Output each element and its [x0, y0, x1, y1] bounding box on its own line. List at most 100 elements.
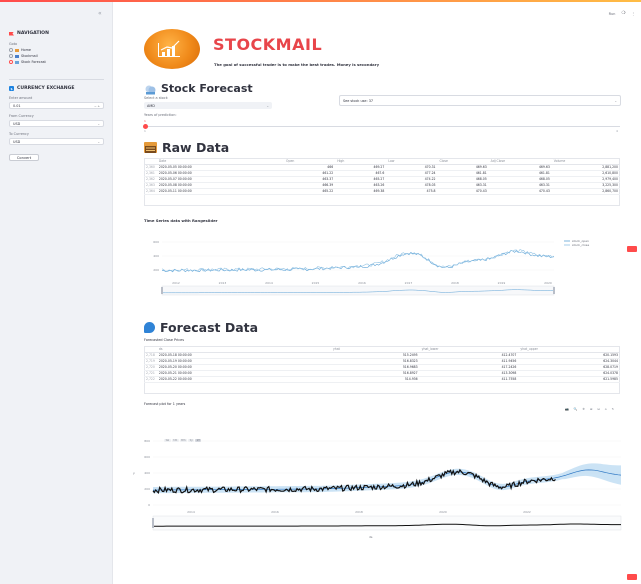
chevron-down-icon: ⌄ — [614, 98, 617, 103]
nav-item-home[interactable]: Home — [9, 48, 31, 52]
x-tick-label: 2019 — [498, 281, 506, 285]
stepper-icon[interactable]: − + — [94, 104, 100, 108]
years-slider-value: 1 — [144, 119, 146, 123]
chart-icon — [15, 60, 19, 64]
from-currency-label: From Currency — [9, 114, 34, 118]
years-label: Years of prediction: — [144, 113, 177, 117]
forecast-data-cell: 2,722 — [144, 376, 157, 383]
nav-item-stockmail-label: Stockmail — [21, 54, 38, 58]
rangeslider-handle-right[interactable] — [553, 287, 555, 294]
raw-data-cell: 465.22 — [284, 188, 336, 195]
forecast-x-axis-title: ds — [369, 535, 373, 539]
forecast-data-cell: 411.7558 — [419, 376, 519, 383]
collapse-sidebar-button[interactable]: « — [98, 10, 102, 17]
see-stock-value: See stock use: 37 — [343, 98, 374, 103]
y-tick-label: 200 — [144, 487, 150, 491]
chart-modebar[interactable]: 📷 🔍 ✥ ⊞ ⊟ ⌂ ↻ — [565, 407, 616, 411]
y-tick-label: 600 — [144, 455, 150, 459]
raw-data-cell: 475.8 — [386, 188, 438, 195]
raw-data-cell: 470.43 — [488, 188, 552, 195]
to-currency-select[interactable]: USD ⌄ — [9, 138, 104, 145]
nav-item-stock-forecast-label: Stock Forecast — [21, 60, 46, 64]
calendar-icon — [144, 142, 157, 153]
raw-data-heading: Raw Data — [144, 140, 229, 155]
from-currency-value: USD — [13, 121, 21, 126]
radio-stock-forecast[interactable] — [9, 60, 13, 64]
forecast-data-title: Forecast Data — [160, 320, 259, 335]
chevron-down-icon: ⌄ — [266, 103, 269, 108]
currency-title: $ CURRENCY EXCHANGE — [9, 86, 75, 91]
scroll-to-top-button[interactable] — [627, 246, 637, 252]
years-slider-min: 1 — [144, 129, 146, 133]
series-line-stock_close — [161, 249, 555, 272]
amount-value: 0.01 — [13, 103, 21, 108]
x-tick-label: 2020 — [439, 510, 447, 514]
rangeslider-handle-left[interactable] — [161, 287, 163, 294]
x-tick-label: 2015 — [312, 281, 320, 285]
series-line-stock_open — [161, 249, 555, 273]
enter-amount-label: Enter amount — [9, 96, 33, 100]
years-slider-track[interactable] — [144, 126, 620, 127]
radio-home[interactable] — [9, 48, 13, 52]
x-tick-label: 2012 — [172, 281, 180, 285]
raw-data-cell: 469.38 — [335, 188, 387, 195]
y-tick-label: 400 — [153, 254, 159, 258]
y-tick-label: 0 — [148, 503, 150, 507]
x-tick-label: 2020 — [544, 281, 552, 285]
nav-item-stockmail[interactable]: Stockmail — [9, 54, 38, 58]
brand-title: STOCKMAIL — [213, 35, 323, 54]
weather-forecast-icon — [144, 84, 156, 94]
brand-subtitle: The goal of successful trader is to make… — [214, 62, 380, 67]
forecast-chart[interactable]: 800 600 400 200 0 y 2014 2016 2018 2020 2022 — [129, 432, 625, 534]
convert-button[interactable]: Convert — [9, 154, 39, 161]
flag-icon — [9, 31, 14, 36]
forecast-table-label: Forecasted Close Prices — [144, 338, 185, 342]
raw-data-cell: 2,860,700 — [551, 188, 620, 195]
radio-stockmail[interactable] — [9, 54, 13, 58]
raw-data-table[interactable]: Date Open High Low Close Adj Close Volume 2,36… — [144, 158, 620, 195]
stock-forecast-heading: Stock Forecast — [144, 82, 253, 95]
raw-data-cell: 470.43 — [437, 188, 489, 195]
app-root: « NAVIGATION Goto Home Stockmail Stock F… — [0, 0, 641, 584]
raw-data-title: Raw Data — [162, 140, 230, 155]
y-tick-label: 600 — [153, 240, 159, 244]
forecast-data-cell: 621.5985 — [518, 376, 620, 383]
nav-item-home-label: Home — [21, 48, 32, 52]
sidebar: « NAVIGATION Goto Home Stockmail Stock F… — [0, 2, 113, 584]
rangeslider[interactable] — [152, 515, 622, 531]
navigation-title: NAVIGATION — [9, 31, 49, 36]
time-series-title: Time Series data with Rangeslider — [144, 218, 218, 223]
x-tick-label: 2014 — [265, 281, 273, 285]
mail-icon — [15, 54, 19, 58]
navigation-title-text: NAVIGATION — [17, 31, 49, 36]
logo-chart-icon — [158, 40, 180, 57]
currency-title-text: CURRENCY EXCHANGE — [17, 86, 75, 91]
years-slider-max: 4 — [616, 129, 618, 133]
see-stock-dropdown[interactable]: See stock use: 37 ⌄ — [339, 95, 621, 106]
y-tick-label: 200 — [153, 268, 159, 272]
forecast-plot-label: Forecast plot for 1 years — [144, 402, 186, 406]
chevron-down-icon: ⌄ — [97, 139, 100, 144]
y-tick-label: 800 — [144, 439, 150, 443]
select-stock-label: Select a stock — [144, 96, 168, 100]
forecast-data-heading: Forecast Data — [144, 320, 258, 335]
y-tick-label: 400 — [144, 471, 150, 475]
time-series-chart[interactable]: 600 400 200 2012 2013 2014 2015 2016 2017 2018 201… — [144, 228, 624, 300]
select-stock-value: AMD — [147, 103, 155, 108]
main-content: STOCKMAIL The goal of successful trader … — [113, 2, 641, 584]
from-currency-select[interactable]: USD ⌄ — [9, 120, 104, 127]
x-tick-label: 2016 — [358, 281, 366, 285]
to-currency-value: USD — [13, 139, 21, 144]
legend-label[interactable]: stock_close — [572, 243, 589, 247]
forecast-data-table[interactable]: ds yhat yhat_lower yhat_upper 2,718 2020-05-… — [144, 346, 620, 383]
scroll-to-top-button-bottom[interactable] — [627, 574, 637, 580]
years-slider-handle[interactable] — [143, 123, 148, 129]
x-tick-label: 2018 — [451, 281, 459, 285]
x-tick-label: 2013 — [219, 281, 227, 285]
select-stock-dropdown[interactable]: AMD ⌄ — [144, 102, 272, 109]
rangeslider-handle-left[interactable] — [152, 518, 154, 528]
raw-data-cell: 2020-05-11 00:00:00 — [156, 188, 285, 195]
amount-input[interactable]: 0.01 − + — [9, 102, 104, 109]
nav-item-stock-forecast[interactable]: Stock Forecast — [9, 60, 46, 64]
x-tick-label: 2022 — [523, 510, 531, 514]
